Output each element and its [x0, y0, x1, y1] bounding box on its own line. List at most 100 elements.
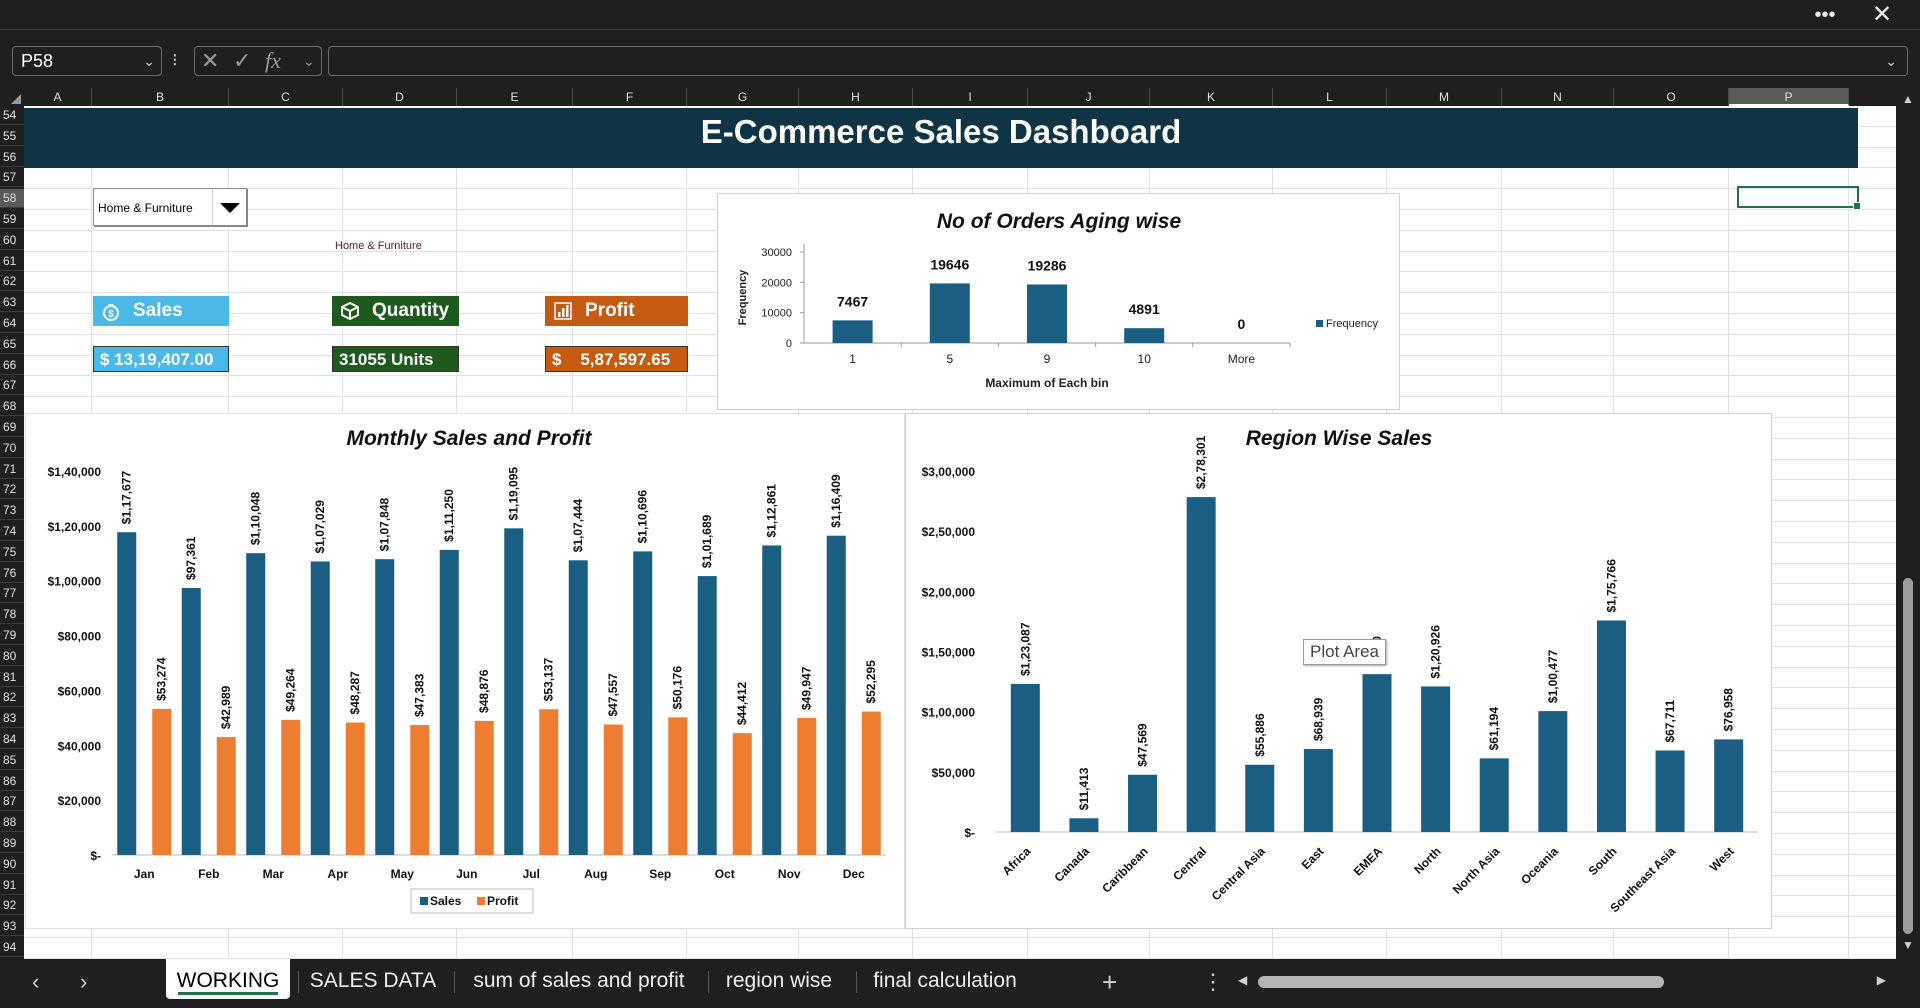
scroll-down-icon[interactable]: ▼	[1902, 938, 1914, 952]
vertical-scroll-thumb[interactable]	[1903, 578, 1913, 934]
row-header-72[interactable]: 72	[0, 480, 24, 500]
scroll-left-icon[interactable]: ◀	[1238, 973, 1247, 987]
row-header-62[interactable]: 62	[0, 272, 24, 292]
chevron-down-icon[interactable]: ⌄	[143, 47, 155, 75]
column-header-J[interactable]: J	[1028, 88, 1150, 106]
row-header-70[interactable]: 70	[0, 439, 24, 458]
row-header-69[interactable]: 69	[0, 418, 24, 437]
more-options-icon[interactable]: •••	[1805, 2, 1845, 28]
column-header-C[interactable]: C	[229, 88, 343, 106]
row-header-76[interactable]: 76	[0, 564, 24, 583]
monthly-chart[interactable]: Monthly Sales and Profit $- $20,000 $40,000…	[25, 413, 905, 929]
close-icon[interactable]: ✕	[1862, 2, 1902, 28]
column-header-K[interactable]: K	[1150, 88, 1273, 106]
column-header-I[interactable]: I	[913, 88, 1028, 106]
row-header-58[interactable]: 58	[0, 189, 24, 209]
column-header-B[interactable]: B	[92, 88, 229, 106]
expand-formula-icon[interactable]: ⌄	[1885, 47, 1897, 75]
row-header-93[interactable]: 93	[0, 917, 24, 937]
plus-icon[interactable]: +	[1102, 969, 1117, 995]
category-dropdown[interactable]: Home & Furniture	[93, 188, 247, 226]
region-chart[interactable]: Region Wise Sales $- $50,000 $1,00,000 $1,50…	[905, 413, 1772, 929]
column-header-E[interactable]: E	[457, 88, 573, 106]
selected-category-cell[interactable]: Home & Furniture	[335, 240, 422, 252]
dropdown-arrow-icon[interactable]	[212, 189, 246, 225]
row-header-71[interactable]: 71	[0, 460, 24, 479]
row-header-92[interactable]: 92	[0, 896, 24, 916]
row-header-66[interactable]: 66	[0, 356, 24, 375]
sheet-tab-region-wise[interactable]: region wise	[712, 959, 846, 999]
row-header-78[interactable]: 78	[0, 605, 24, 625]
data-label: $68,939	[1311, 697, 1325, 741]
confirm-icon[interactable]: ✓	[233, 47, 251, 75]
row-header-59[interactable]: 59	[0, 210, 24, 229]
function-icon[interactable]: fx	[265, 47, 281, 75]
scroll-right-icon[interactable]: ▶	[1877, 973, 1886, 987]
vertical-ellipsis-icon[interactable]: ⋮	[1202, 969, 1224, 995]
column-header-G[interactable]: G	[687, 88, 799, 106]
cancel-icon[interactable]: ✕	[201, 47, 219, 75]
horizontal-scrollbar[interactable]: ◀ ▶	[1238, 973, 1886, 989]
column-header-N[interactable]: N	[1502, 88, 1614, 106]
column-header-P[interactable]: P	[1729, 88, 1849, 106]
row-header-89[interactable]: 89	[0, 834, 24, 853]
column-header-A[interactable]: A	[24, 88, 92, 106]
row-header-55[interactable]: 55	[0, 127, 24, 146]
column-header-M[interactable]: M	[1387, 88, 1502, 106]
column-header-F[interactable]: F	[573, 88, 687, 106]
row-header-90[interactable]: 90	[0, 855, 24, 874]
row-header-94[interactable]: 94	[0, 938, 24, 957]
active-cell[interactable]	[1737, 186, 1861, 210]
row-header-81[interactable]: 81	[0, 668, 24, 687]
row-header-75[interactable]: 75	[0, 543, 24, 562]
row-header-54[interactable]: 54	[0, 106, 24, 125]
sheet-tab-working[interactable]: WORKING	[166, 959, 290, 999]
row-header-79[interactable]: 79	[0, 626, 24, 645]
row-header-80[interactable]: 80	[0, 647, 24, 666]
column-header-H[interactable]: H	[799, 88, 913, 106]
drag-handle-icon[interactable]: ⁝	[172, 46, 178, 74]
row-header-84[interactable]: 84	[0, 730, 24, 749]
scroll-up-icon[interactable]: ▲	[1902, 92, 1914, 106]
column-header-L[interactable]: L	[1273, 88, 1387, 106]
row-header-85[interactable]: 85	[0, 751, 24, 770]
select-all-button[interactable]	[0, 88, 24, 106]
row-header-73[interactable]: 73	[0, 501, 24, 521]
row-header-88[interactable]: 88	[0, 813, 24, 833]
row-header-91[interactable]: 91	[0, 876, 24, 895]
sheet-tab-sum-of-sales-and-profit[interactable]: sum of sales and profit	[458, 959, 700, 999]
row-header-67[interactable]: 67	[0, 376, 24, 396]
aging-bar	[929, 283, 970, 343]
name-box[interactable]: P58 ⌄	[12, 46, 162, 76]
x-tick-label: May	[391, 867, 415, 881]
row-header-74[interactable]: 74	[0, 522, 24, 541]
row-header-65[interactable]: 65	[0, 335, 24, 354]
row-header-68[interactable]: 68	[0, 397, 24, 417]
row-header-83[interactable]: 83	[0, 709, 24, 729]
chevron-right-icon[interactable]: ›	[80, 969, 87, 995]
sheet-tab-final-calculation[interactable]: final calculation	[860, 959, 1030, 999]
chevron-left-icon[interactable]: ‹	[32, 969, 39, 995]
formula-input[interactable]: ⌄	[328, 46, 1908, 76]
sales-kpi-label: Sales	[133, 300, 183, 321]
vertical-scrollbar[interactable]: ▲ ▼	[1896, 88, 1920, 959]
sheet-tab-sales-data[interactable]: SALES DATA	[302, 959, 444, 999]
column-header-O[interactable]: O	[1614, 88, 1729, 106]
row-header-87[interactable]: 87	[0, 792, 24, 812]
sheet-tab-bar: ‹ › WORKING SALES DATA sum of sales and pr…	[0, 959, 1920, 1008]
aging-chart[interactable]: No of Orders Aging wise 0 10000 20000 30000 F…	[717, 193, 1400, 410]
row-header-63[interactable]: 63	[0, 293, 24, 313]
row-header-61[interactable]: 61	[0, 252, 24, 271]
row-header-82[interactable]: 82	[0, 688, 24, 708]
column-header-D[interactable]: D	[343, 88, 457, 106]
x-tick-label: 1	[849, 352, 856, 366]
row-header-64[interactable]: 64	[0, 314, 24, 333]
row-header-60[interactable]: 60	[0, 231, 24, 250]
row-header-56[interactable]: 56	[0, 148, 24, 167]
row-header-86[interactable]: 86	[0, 772, 24, 791]
horizontal-scroll-thumb[interactable]	[1258, 976, 1664, 988]
row-header-57[interactable]: 57	[0, 168, 24, 188]
chevron-down-icon[interactable]: ⌄	[303, 47, 315, 75]
row-header-77[interactable]: 77	[0, 584, 24, 604]
region-chart-svg: Region Wise Sales $- $50,000 $1,00,000 $1,50…	[922, 427, 1758, 915]
